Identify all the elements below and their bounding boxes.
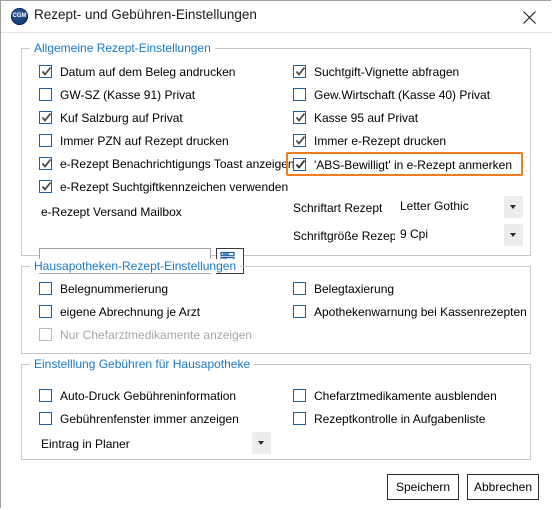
group-hausapotheken-legend: Hausapotheken-Rezept-Einstellungen (30, 259, 241, 273)
save-button[interactable]: Speichern (387, 474, 459, 500)
checkbox-box (39, 88, 52, 101)
group-gebuehren-legend: Einstelllung Gebühren für Hausapotheke (30, 357, 255, 371)
chevron-down-icon[interactable] (504, 224, 523, 246)
cgm-logo-icon: CGM (11, 8, 28, 25)
checkbox-box (39, 305, 52, 318)
mailbox-label: e-Rezept Versand Mailbox (41, 205, 182, 219)
checkbox-label: Chefarztmedikamente ausblenden (314, 389, 497, 403)
checkbox-box (39, 282, 52, 295)
checkbox-label: Auto-Druck Gebühreninformation (60, 389, 237, 403)
check-icon (41, 66, 52, 76)
close-button[interactable] (507, 1, 552, 32)
check-icon (295, 135, 306, 145)
checkbox-box (293, 158, 306, 171)
checkbox-label: Kasse 95 auf Privat (314, 111, 419, 125)
dialog-window: CGM Rezept- und Gebühren-Einstellungen A… (0, 0, 552, 509)
checkbox-box (293, 305, 306, 318)
checkbox-label: Immer PZN auf Rezept drucken (60, 134, 229, 148)
checkbox-label: Gew.Wirtschaft (Kasse 40) Privat (314, 88, 491, 102)
font-size-value: 9 Cpi (400, 227, 429, 241)
checkbox-label: Datum auf dem Beleg andrucken (60, 65, 236, 79)
checkbox-box (39, 134, 52, 147)
font-family-label: Schriftart Rezept (293, 201, 383, 215)
checkbox-label: eigene Abrechnung je Arzt (60, 305, 201, 319)
checkbox-box (293, 134, 306, 147)
checkbox-box (39, 65, 52, 78)
font-size-combobox[interactable]: 9 Cpi (395, 224, 523, 246)
checkbox-label: Rezeptkontrolle in Aufgabenliste (314, 412, 486, 426)
chevron-down-icon[interactable] (252, 432, 271, 454)
check-icon (295, 159, 306, 169)
close-icon (523, 11, 536, 24)
checkbox-box (39, 180, 52, 193)
checkbox-box (39, 412, 52, 425)
check-icon (41, 181, 52, 191)
font-family-value: Letter Gothic (400, 199, 469, 213)
font-family-combobox[interactable]: Letter Gothic (395, 196, 523, 218)
checkbox-box (39, 111, 52, 124)
checkbox-box (293, 389, 306, 402)
chevron-down-icon[interactable] (504, 196, 523, 218)
checkbox-box (39, 389, 52, 402)
check-icon (295, 112, 306, 122)
cgm-logo-text: CGM (12, 13, 27, 19)
checkbox-box (39, 328, 52, 341)
checkbox-label: Suchtgift-Vignette abfragen (314, 65, 460, 79)
checkbox-box (293, 88, 306, 101)
checkbox-label: Belegnummerierung (60, 282, 169, 296)
font-size-label: Schriftgröße Rezept (293, 229, 400, 243)
checkbox-label: Gebührenfenster immer anzeigen (60, 412, 239, 426)
title-bar: CGM Rezept- und Gebühren-Einstellungen (1, 1, 552, 32)
dialog-client-area: Allgemeine Rezept-Einstellungen Datum au… (1, 33, 552, 509)
window-title: Rezept- und Gebühren-Einstellungen (34, 7, 257, 22)
checkbox-label: Immer e-Rezept drucken (314, 134, 447, 148)
checkbox-box (293, 111, 306, 124)
checkbox-label: Belegtaxierung (314, 282, 395, 296)
checkbox-box (293, 282, 306, 295)
checkbox-box (293, 412, 306, 425)
checkbox-label: e-Rezept Benachrichtigungs Toast anzeige… (60, 157, 295, 171)
checkbox-label: GW-SZ (Kasse 91) Privat (60, 88, 196, 102)
checkbox-label: e-Rezept Suchtgiftkennzeichen verwenden (60, 180, 289, 194)
check-icon (41, 158, 52, 168)
planner-label: Eintrag in Planer (41, 437, 130, 451)
planner-combobox[interactable] (148, 432, 271, 454)
check-icon (41, 112, 52, 122)
group-general-legend: Allgemeine Rezept-Einstellungen (30, 41, 215, 55)
checkbox-box (293, 65, 306, 78)
checkbox-label: Apothekenwarnung bei Kassenrezepten (314, 305, 527, 319)
checkbox-box (39, 157, 52, 170)
checkbox-label: 'ABS-Bewilligt' in e-Rezept anmerken (314, 158, 512, 172)
checkbox-label: Nur Chefarztmedikamente anzeigen (60, 328, 253, 342)
cancel-button[interactable]: Abbrechen (467, 474, 539, 500)
check-icon (295, 66, 306, 76)
checkbox-label: Kuf Salzburg auf Privat (60, 111, 183, 125)
